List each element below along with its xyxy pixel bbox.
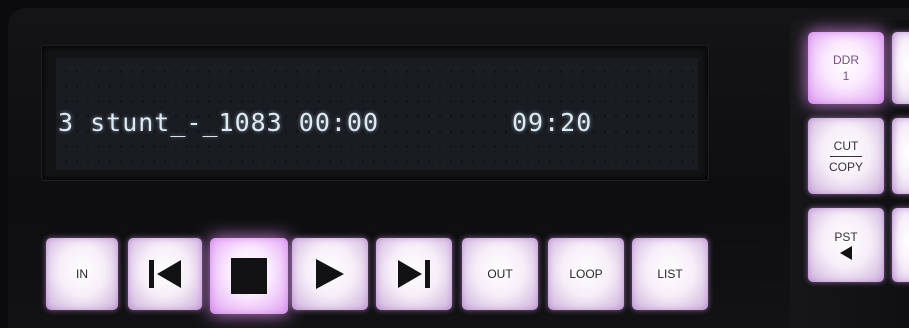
cut-copy-button[interactable]: CUT COPY [808,118,884,194]
out-button[interactable]: OUT [462,238,538,310]
next-button[interactable] [376,238,452,310]
skip-next-icon [396,258,432,290]
list-button[interactable]: LIST [632,238,708,310]
triangle-left-icon [838,245,854,261]
play-icon [314,257,346,291]
side-button-edge-1[interactable] [892,32,909,104]
divider [830,155,862,157]
pst-button[interactable]: PST [808,208,884,282]
stop-icon [230,257,268,295]
side-button-edge-3[interactable] [892,208,909,282]
lcd-remaining-time: 09:20 [512,108,593,137]
stop-button[interactable] [210,238,288,314]
previous-button[interactable] [128,238,202,310]
play-button[interactable] [292,238,368,310]
in-button[interactable]: IN [46,238,118,310]
lcd-clip-line: 3 stunt_-_1083 00:00 [58,108,380,137]
side-button-edge-2[interactable] [892,118,909,194]
ddr-1-button[interactable]: DDR 1 [808,32,884,104]
loop-button[interactable]: LOOP [548,238,624,310]
skip-previous-icon [147,258,183,290]
